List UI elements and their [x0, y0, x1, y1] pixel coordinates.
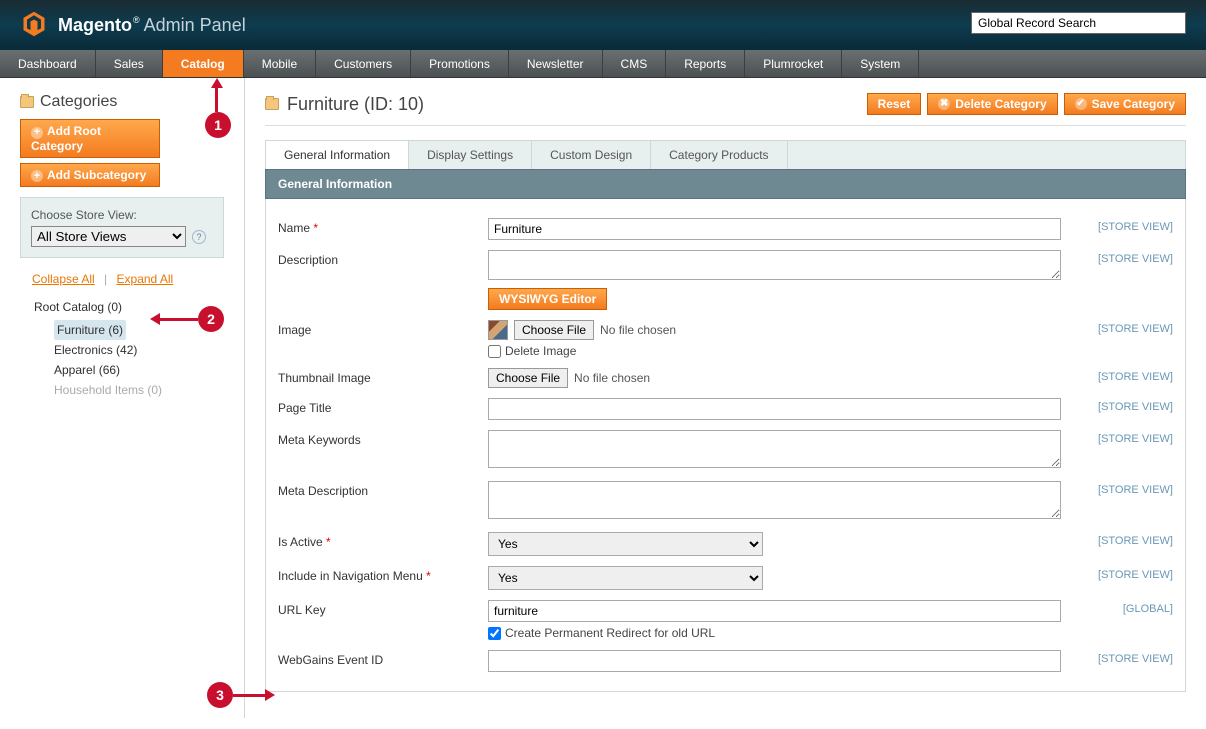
help-icon[interactable]: ?	[192, 230, 206, 244]
main-nav: Dashboard Sales Catalog Mobile Customers…	[0, 50, 1206, 78]
tree-item-household[interactable]: Household Items (0)	[54, 380, 224, 400]
scope: [GLOBAL]	[1083, 600, 1173, 615]
nav-reports[interactable]: Reports	[666, 50, 745, 77]
tab-products[interactable]: Category Products	[651, 141, 787, 169]
annotation-2: 2	[150, 306, 224, 332]
thumbnail-file-status: No file chosen	[574, 371, 650, 385]
annotation-3: 3	[207, 682, 275, 708]
url-key-label: URL Key	[278, 600, 488, 617]
delete-category-button[interactable]: ✖Delete Category	[927, 93, 1057, 115]
logo: Magento®Admin Panel	[20, 10, 246, 41]
meta-keywords-textarea[interactable]	[488, 430, 1061, 468]
include-nav-label: Include in Navigation Menu *	[278, 566, 488, 583]
description-label: Description	[278, 250, 488, 267]
scope: [STORE VIEW]	[1083, 368, 1173, 383]
delete-image-label: Delete Image	[505, 344, 576, 358]
nav-mobile[interactable]: Mobile	[244, 50, 316, 77]
description-textarea[interactable]	[488, 250, 1061, 280]
wysiwyg-editor-button[interactable]: WYSIWYG Editor	[488, 288, 607, 310]
scope: [STORE VIEW]	[1083, 532, 1173, 547]
scope: [STORE VIEW]	[1083, 218, 1173, 233]
nav-cms[interactable]: CMS	[603, 50, 667, 77]
sidebar-title: Categories	[20, 93, 224, 111]
tab-display[interactable]: Display Settings	[409, 141, 532, 169]
global-search	[971, 12, 1186, 34]
search-input[interactable]	[971, 12, 1186, 34]
scope: [STORE VIEW]	[1083, 250, 1173, 265]
nav-sales[interactable]: Sales	[96, 50, 163, 77]
store-view-label: Choose Store View:	[31, 208, 213, 222]
nav-system[interactable]: System	[842, 50, 919, 77]
is-active-select[interactable]: Yes	[488, 532, 763, 556]
page-title: Furniture (ID: 10)	[265, 94, 424, 115]
page-title-label: Page Title	[278, 398, 488, 415]
store-view-chooser: Choose Store View: All Store Views ?	[20, 197, 224, 258]
tree-item-apparel[interactable]: Apparel (66)	[54, 360, 224, 380]
tree-item-furniture[interactable]: Furniture (6)	[54, 320, 126, 340]
thumbnail-choose-file-button[interactable]: Choose File	[488, 368, 568, 388]
nav-dashboard[interactable]: Dashboard	[0, 50, 96, 77]
expand-all-link[interactable]: Expand All	[117, 272, 174, 286]
nav-customers[interactable]: Customers	[316, 50, 411, 77]
header: Magento®Admin Panel	[0, 0, 1206, 50]
meta-keywords-label: Meta Keywords	[278, 430, 488, 447]
scope: [STORE VIEW]	[1083, 320, 1173, 335]
content: Furniture (ID: 10) Reset ✖Delete Categor…	[245, 78, 1206, 718]
image-choose-file-button[interactable]: Choose File	[514, 320, 594, 340]
url-key-input[interactable]	[488, 600, 1061, 622]
tree-controls: Collapse All | Expand All	[32, 272, 224, 286]
store-view-select[interactable]: All Store Views	[31, 226, 186, 247]
tree-item-electronics[interactable]: Electronics (42)	[54, 340, 224, 360]
name-input[interactable]	[488, 218, 1061, 240]
nav-plumrocket[interactable]: Plumrocket	[745, 50, 842, 77]
tab-general[interactable]: General Information	[266, 140, 409, 169]
reset-button[interactable]: Reset	[867, 93, 922, 115]
scope: [STORE VIEW]	[1083, 650, 1173, 665]
save-category-button[interactable]: ✔Save Category	[1064, 93, 1186, 115]
collapse-all-link[interactable]: Collapse All	[32, 272, 95, 286]
add-subcategory-button[interactable]: +Add Subcategory	[20, 163, 160, 188]
name-label: Name *	[278, 218, 488, 235]
scope: [STORE VIEW]	[1083, 430, 1173, 445]
tabs: General Information Display Settings Cus…	[265, 140, 1186, 169]
include-nav-select[interactable]: Yes	[488, 566, 763, 590]
is-active-label: Is Active *	[278, 532, 488, 549]
page-actions: Reset ✖Delete Category ✔Save Category	[867, 93, 1186, 115]
thumbnail-label: Thumbnail Image	[278, 368, 488, 385]
nav-newsletter[interactable]: Newsletter	[509, 50, 603, 77]
nav-promotions[interactable]: Promotions	[411, 50, 509, 77]
image-thumbnail	[488, 320, 508, 340]
page-title-input[interactable]	[488, 398, 1061, 420]
permanent-redirect-label: Create Permanent Redirect for old URL	[505, 626, 715, 640]
webgains-input[interactable]	[488, 650, 1061, 672]
form: Name * [STORE VIEW] Description WYSIWYG …	[265, 199, 1186, 692]
logo-text: Magento®Admin Panel	[58, 15, 246, 36]
page-head: Furniture (ID: 10) Reset ✖Delete Categor…	[265, 93, 1186, 126]
delete-image-checkbox[interactable]	[488, 345, 501, 358]
magento-logo-icon	[20, 10, 48, 41]
scope: [STORE VIEW]	[1083, 566, 1173, 581]
webgains-label: WebGains Event ID	[278, 650, 488, 667]
scope: [STORE VIEW]	[1083, 398, 1173, 413]
permanent-redirect-checkbox[interactable]	[488, 627, 501, 640]
nav-catalog[interactable]: Catalog	[163, 50, 244, 77]
image-label: Image	[278, 320, 488, 337]
scope: [STORE VIEW]	[1083, 481, 1173, 496]
sidebar: Categories +Add Root Category +Add Subca…	[0, 78, 245, 718]
tab-design[interactable]: Custom Design	[532, 141, 651, 169]
folder-icon	[20, 96, 34, 108]
meta-description-label: Meta Description	[278, 481, 488, 498]
image-file-status: No file chosen	[600, 323, 676, 337]
meta-description-textarea[interactable]	[488, 481, 1061, 519]
add-root-category-button[interactable]: +Add Root Category	[20, 119, 160, 158]
section-head: General Information	[265, 169, 1186, 199]
annotation-1: 1	[205, 78, 231, 138]
folder-icon	[265, 98, 279, 110]
